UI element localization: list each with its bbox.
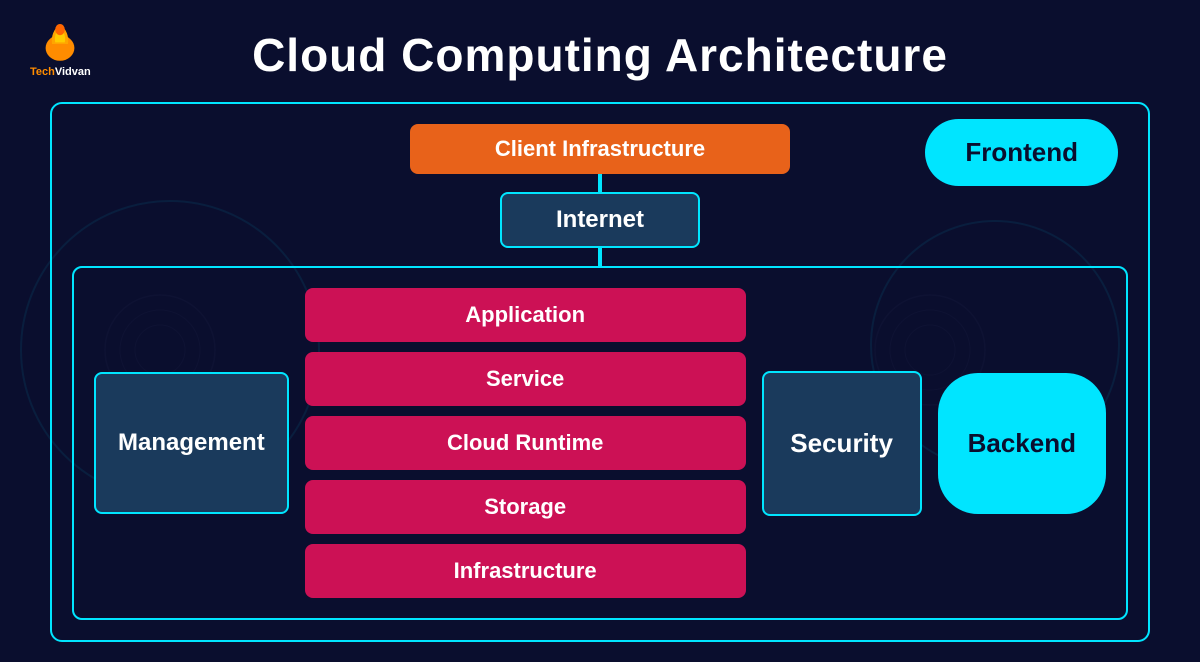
logo-icon xyxy=(34,12,86,64)
layer-storage: Storage xyxy=(305,480,746,534)
internet-node: Internet xyxy=(500,192,700,248)
management-node: Management xyxy=(94,372,289,514)
client-infrastructure-node: Client Infrastructure xyxy=(410,124,790,174)
inner-section: Management Application Service Cloud Run… xyxy=(72,266,1128,620)
logo: TechVidvan xyxy=(30,12,91,78)
layer-infrastructure: Infrastructure xyxy=(305,544,746,598)
top-row: Client Infrastructure Frontend xyxy=(72,124,1128,174)
header: TechVidvan Cloud Computing Architecture xyxy=(0,0,1200,102)
conn-line-1 xyxy=(598,174,602,192)
layer-application: Application xyxy=(305,288,746,342)
layers-column: Application Service Cloud Runtime Storag… xyxy=(305,288,746,598)
diagram-wrapper: Client Infrastructure Frontend Internet … xyxy=(0,102,1200,662)
security-node: Security xyxy=(762,371,922,516)
connector-mid xyxy=(598,248,602,266)
frontend-node: Frontend xyxy=(925,119,1118,186)
layer-cloud-runtime: Cloud Runtime xyxy=(305,416,746,470)
page-title: Cloud Computing Architecture xyxy=(30,18,1170,92)
backend-node: Backend xyxy=(938,373,1106,514)
connector-top xyxy=(598,174,602,192)
outer-box: Client Infrastructure Frontend Internet … xyxy=(50,102,1150,642)
logo-text: TechVidvan xyxy=(30,66,91,78)
conn-line-2 xyxy=(598,248,602,266)
layer-service: Service xyxy=(305,352,746,406)
